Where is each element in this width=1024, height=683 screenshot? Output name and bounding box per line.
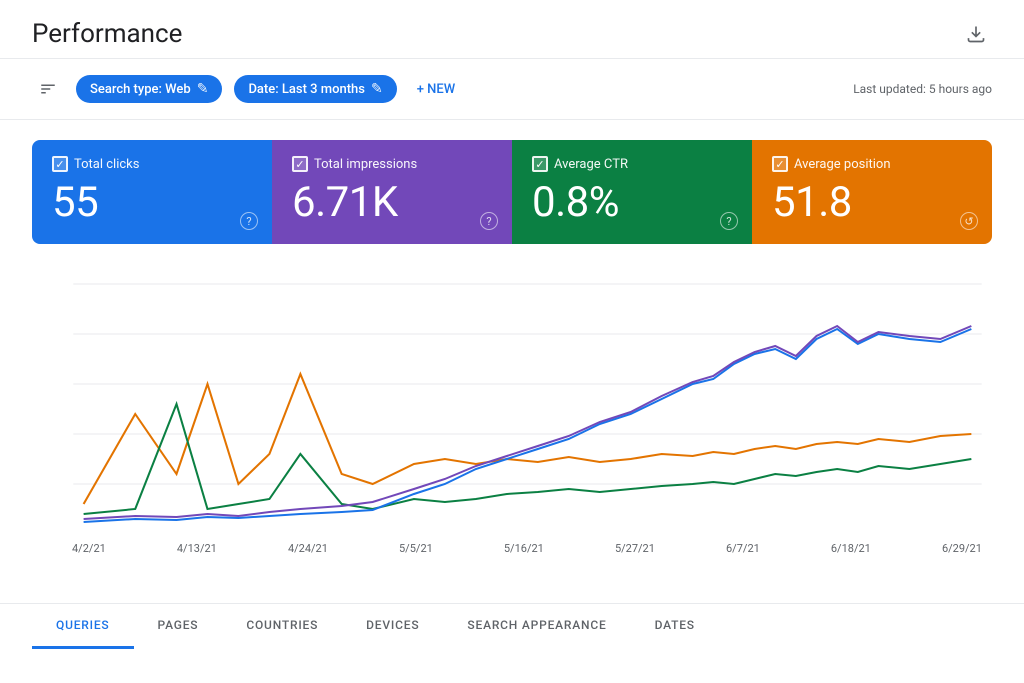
page-wrapper: Performance Search type: Web ✎ Date: Las… [0,0,1024,683]
tab-countries[interactable]: COUNTRIES [222,604,342,649]
impressions-checkbox[interactable]: ✓ [292,156,308,172]
clicks-value: 55 [52,180,252,226]
metric-card-position[interactable]: ✓ Average position 51.8 ↺ [752,140,992,244]
new-button-label: + NEW [417,82,455,97]
edit-icon: ✎ [197,81,209,97]
header: Performance [0,0,1024,59]
date-label-2: 4/13/21 [177,542,217,555]
tab-dates[interactable]: DATES [631,604,719,649]
date-label-3: 4/24/21 [288,542,328,555]
page-title: Performance [32,19,182,49]
filter-icon-button[interactable] [32,73,64,105]
bottom-tabs: QUERIES PAGES COUNTRIES DEVICES SEARCH A… [0,603,1024,649]
tab-devices[interactable]: DEVICES [342,604,443,649]
metric-card-clicks[interactable]: ✓ Total clicks 55 ? [32,140,272,244]
search-type-label: Search type: Web [90,82,191,97]
clicks-label: Total clicks [74,157,139,172]
date-label-4: 5/5/21 [399,542,433,555]
metrics-row: ✓ Total clicks 55 ? ✓ Total impressions … [32,140,992,244]
date-label-8: 6/18/21 [831,542,871,555]
chart-area: 4/2/21 4/13/21 4/24/21 5/5/21 5/16/21 5/… [32,264,992,595]
edit-icon: ✎ [371,81,383,97]
metric-card-ctr[interactable]: ✓ Average CTR 0.8% ? [512,140,752,244]
search-type-chip[interactable]: Search type: Web ✎ [76,75,222,103]
tab-pages[interactable]: PAGES [134,604,223,649]
position-value: 51.8 [772,180,972,226]
impressions-value: 6.71K [292,180,492,226]
date-label-5: 5/16/21 [504,542,544,555]
position-checkbox[interactable]: ✓ [772,156,788,172]
date-label-1: 4/2/21 [72,542,106,555]
impressions-help-icon[interactable]: ? [480,212,498,230]
date-label-6: 5/27/21 [615,542,655,555]
ctr-value: 0.8% [532,180,732,226]
tab-search-appearance[interactable]: SEARCH APPEARANCE [443,604,630,649]
download-button[interactable] [960,18,992,50]
new-button[interactable]: + NEW [409,76,463,103]
clicks-help-icon[interactable]: ? [240,212,258,230]
date-chip[interactable]: Date: Last 3 months ✎ [234,75,396,103]
impressions-label: Total impressions [314,157,417,172]
ctr-label: Average CTR [554,157,628,172]
ctr-help-icon[interactable]: ? [720,212,738,230]
ctr-checkbox[interactable]: ✓ [532,156,548,172]
last-updated-text: Last updated: 5 hours ago [853,82,992,96]
clicks-checkbox[interactable]: ✓ [52,156,68,172]
date-label: Date: Last 3 months [248,82,365,97]
date-label-9: 6/29/21 [942,542,982,555]
position-label: Average position [794,157,891,172]
tab-queries[interactable]: QUERIES [32,604,134,649]
date-label-7: 6/7/21 [726,542,760,555]
performance-chart [32,274,992,534]
date-labels: 4/2/21 4/13/21 4/24/21 5/5/21 5/16/21 5/… [32,538,992,555]
position-help-icon[interactable]: ↺ [960,212,978,230]
toolbar: Search type: Web ✎ Date: Last 3 months ✎… [0,59,1024,120]
metric-card-impressions[interactable]: ✓ Total impressions 6.71K ? [272,140,512,244]
